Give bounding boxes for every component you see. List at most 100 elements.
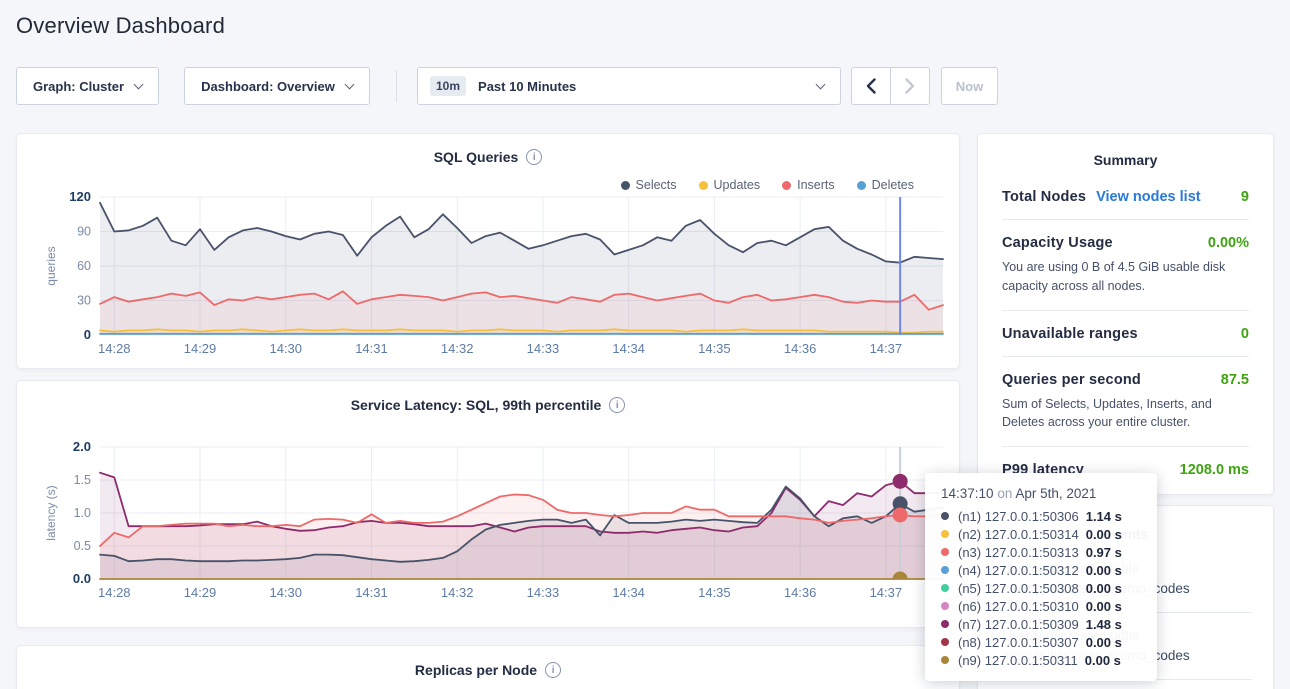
page-title: Overview Dashboard [16, 13, 225, 39]
svg-text:14:29: 14:29 [184, 341, 217, 356]
svg-text:14:37: 14:37 [870, 341, 903, 356]
time-prev-button[interactable] [851, 67, 891, 105]
series-dot-icon [941, 530, 949, 538]
svg-text:0.0: 0.0 [73, 571, 91, 586]
now-button[interactable]: Now [941, 67, 998, 105]
tooltip-node-row: (n5) 127.0.0.1:50308 0.00 s [941, 579, 1141, 597]
tooltip-node-label: (n3) 127.0.0.1:50313 [958, 545, 1079, 560]
tooltip-timestamp: 14:37:10 on Apr 5th, 2021 [941, 486, 1141, 501]
dashboard-dropdown-label: Dashboard: Overview [201, 79, 335, 94]
capacity-usage-desc: You are using 0 B of 4.5 GiB usable disk… [1002, 258, 1252, 296]
legend-item: Selects [621, 178, 677, 192]
info-icon[interactable]: i [526, 149, 542, 165]
tooltip-node-row: (n3) 127.0.0.1:50313 0.97 s [941, 543, 1141, 561]
sql-queries-card: SQL Queries i Selects Updates Inserts Delet… [16, 133, 960, 369]
service-latency-card: Service Latency: SQL, 99th percentile i … [16, 380, 960, 628]
info-icon[interactable]: i [609, 397, 625, 413]
time-range-label: Past 10 Minutes [478, 79, 576, 94]
svg-text:14:30: 14:30 [269, 341, 302, 356]
series-dot-icon [699, 181, 708, 190]
p99-latency-value: 1208.0 ms [1180, 462, 1249, 478]
capacity-usage-label: Capacity Usage [1002, 235, 1113, 251]
svg-text:2.0: 2.0 [73, 439, 91, 454]
svg-text:14:36: 14:36 [784, 341, 817, 356]
series-dot-icon [941, 512, 949, 520]
graph-dropdown[interactable]: Graph: Cluster [16, 67, 159, 105]
time-range-selector[interactable]: 10m Past 10 Minutes [417, 67, 841, 105]
legend-label: Selects [636, 178, 677, 192]
svg-text:120: 120 [69, 189, 91, 204]
total-nodes-label: Total Nodes [1002, 189, 1086, 205]
svg-text:14:36: 14:36 [784, 585, 817, 600]
tooltip-node-label: (n2) 127.0.0.1:50314 [958, 527, 1079, 542]
tooltip-node-value: 0.00 s [1086, 563, 1122, 578]
series-dot-icon [941, 602, 949, 610]
legend-item: Deletes [857, 178, 914, 192]
service-latency-chart[interactable]: 0.00.51.01.52.014:2814:2914:3014:3114:32… [17, 381, 961, 629]
svg-text:latency (s): latency (s) [44, 485, 58, 540]
chevron-down-icon [816, 79, 826, 89]
series-dot-icon [621, 181, 630, 190]
tooltip-node-value: 0.00 s [1085, 653, 1121, 668]
summary-row-capacity: Capacity Usage 0.00% You are using 0 B o… [1002, 220, 1249, 311]
series-dot-icon [941, 566, 949, 574]
svg-text:14:30: 14:30 [269, 585, 302, 600]
tooltip-node-row: (n6) 127.0.0.1:503100.00 s [941, 597, 1141, 615]
series-dot-icon [941, 656, 949, 664]
tooltip-node-value: 1.14 s [1086, 509, 1122, 524]
chevron-down-icon [344, 79, 354, 89]
tooltip-node-value: 0.00 s [1086, 581, 1122, 596]
svg-text:90: 90 [77, 225, 91, 239]
tooltip-node-label: (n7) 127.0.0.1:50309 [958, 617, 1079, 632]
svg-text:14:32: 14:32 [441, 585, 474, 600]
toolbar-divider [396, 70, 397, 102]
legend-item: Inserts [782, 178, 835, 192]
svg-text:14:34: 14:34 [612, 341, 645, 356]
tooltip-node-row: (n8) 127.0.0.1:50307 0.00 s [941, 633, 1141, 651]
series-dot-icon [941, 548, 949, 556]
tooltip-node-label: (n5) 127.0.0.1:50308 [958, 581, 1079, 596]
svg-text:queries: queries [44, 246, 58, 285]
series-dot-icon [941, 620, 949, 628]
svg-text:14:33: 14:33 [527, 585, 560, 600]
series-dot-icon [857, 181, 866, 190]
qps-label: Queries per second [1002, 372, 1141, 388]
view-nodes-list-link[interactable]: View nodes list [1096, 189, 1201, 205]
svg-text:14:31: 14:31 [355, 341, 388, 356]
summary-row-unavailable: Unavailable ranges 0 [1002, 311, 1249, 357]
time-range-badge: 10m [430, 76, 466, 96]
now-button-label: Now [956, 79, 983, 94]
legend-label: Inserts [797, 178, 835, 192]
time-next-button[interactable] [890, 67, 930, 105]
tooltip-node-label: (n8) 127.0.0.1:50307 [958, 635, 1079, 650]
svg-text:14:32: 14:32 [441, 341, 474, 356]
legend-item: Updates [699, 178, 761, 192]
tooltip-node-value: 0.97 s [1086, 545, 1122, 560]
tooltip-node-row: (n7) 127.0.0.1:50309 1.48 s [941, 615, 1141, 633]
tooltip-node-value: 0.00 s [1086, 635, 1122, 650]
sql-queries-chart[interactable]: 030609012014:2814:2914:3014:3114:3214:33… [17, 134, 961, 370]
unavailable-ranges-label: Unavailable ranges [1002, 326, 1138, 342]
sql-queries-legend: Selects Updates Inserts Deletes [621, 178, 914, 192]
svg-text:14:35: 14:35 [698, 341, 731, 356]
tooltip-node-label: (n4) 127.0.0.1:50312 [958, 563, 1079, 578]
tooltip-node-row: (n2) 127.0.0.1:50314 0.00 s [941, 525, 1141, 543]
tooltip-node-value: 1.48 s [1086, 617, 1122, 632]
chart-title: SQL Queries [434, 149, 519, 165]
svg-text:30: 30 [77, 294, 91, 308]
svg-text:14:34: 14:34 [612, 585, 645, 600]
tooltip-node-row: (n1) 127.0.0.1:503061.14 s [941, 507, 1141, 525]
tooltip-node-value: 0.00 s [1086, 527, 1122, 542]
svg-text:14:37: 14:37 [870, 585, 903, 600]
series-dot-icon [941, 638, 949, 646]
qps-value: 87.5 [1221, 372, 1249, 388]
svg-text:1.0: 1.0 [74, 506, 91, 520]
svg-text:1.5: 1.5 [74, 473, 91, 487]
legend-label: Deletes [872, 178, 914, 192]
chart-title: Replicas per Node [415, 662, 537, 678]
svg-text:14:35: 14:35 [698, 585, 731, 600]
svg-text:0: 0 [84, 327, 91, 342]
summary-row-qps: Queries per second 87.5 Sum of Selects, … [1002, 357, 1249, 448]
dashboard-dropdown[interactable]: Dashboard: Overview [184, 67, 370, 105]
info-icon[interactable]: i [545, 662, 561, 678]
